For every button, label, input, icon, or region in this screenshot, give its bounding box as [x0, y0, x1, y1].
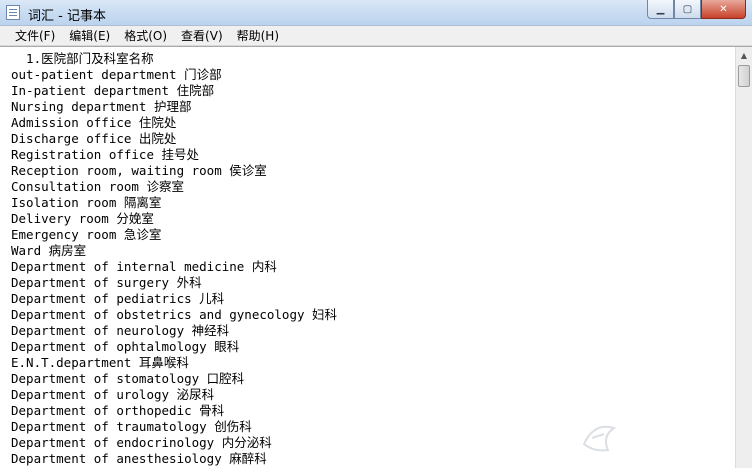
text-line: Department of neurology 神经科 [11, 323, 230, 338]
notepad-icon[interactable] [6, 5, 20, 20]
menu-format[interactable]: 格式(O) [117, 27, 174, 44]
text-line: Isolation room 隔离室 [11, 195, 162, 210]
text-line: Ward 病房室 [11, 243, 87, 258]
text-line: Department of ophtalmology 眼科 [11, 339, 240, 354]
vertical-scrollbar[interactable]: ▲ [735, 47, 752, 468]
text-line: Registration office 挂号处 [11, 147, 200, 162]
text-line: Department of stomatology 口腔科 [11, 371, 245, 386]
text-content[interactable]: 1.医院部门及科室名称 out-patient department 门诊部 I… [11, 51, 736, 468]
text-line: Admission office 住院处 [11, 115, 177, 130]
text-line: Consultation room 诊察室 [11, 179, 184, 194]
menu-edit[interactable]: 编辑(E) [62, 27, 117, 44]
menu-file[interactable]: 文件(F) [8, 27, 62, 44]
window-title: 词汇 - 记事本 [28, 9, 106, 24]
title-bar[interactable]: 词汇 - 记事本 ▁ ▢ ✕ [0, 0, 752, 26]
watermark-logo [582, 425, 617, 452]
text-line: Delivery room 分娩室 [11, 211, 154, 226]
text-line: Department of obstetrics and gynecology … [11, 307, 338, 322]
text-line: Discharge office 出院处 [11, 131, 177, 146]
text-line: Department of pediatrics 儿科 [11, 291, 225, 306]
text-line: E.N.T.department 耳鼻喉科 [11, 355, 189, 370]
text-editor[interactable]: 1.医院部门及科室名称 out-patient department 门诊部 I… [0, 46, 752, 468]
text-line: Reception room, waiting room 侯诊室 [11, 163, 267, 178]
maximize-button[interactable]: ▢ [674, 0, 701, 19]
scroll-thumb[interactable] [738, 65, 750, 87]
minimize-button[interactable]: ▁ [647, 0, 674, 19]
text-line: Emergency room 急诊室 [11, 227, 162, 242]
text-line: In-patient department 住院部 [11, 83, 215, 98]
scroll-up-arrow-icon[interactable]: ▲ [736, 47, 752, 63]
text-line: Nursing department 护理部 [11, 99, 192, 114]
minimize-icon: ▁ [656, 3, 665, 15]
menu-help[interactable]: 帮助(H) [230, 27, 286, 44]
text-line: Department of surgery 外科 [11, 275, 202, 290]
menu-view[interactable]: 查看(V) [174, 27, 230, 44]
menu-bar: 文件(F) 编辑(E) 格式(O) 查看(V) 帮助(H) [0, 26, 752, 46]
text-line: 1.医院部门及科室名称 [11, 51, 154, 66]
text-line: out-patient department 门诊部 [11, 67, 222, 82]
text-line: Department of internal medicine 内科 [11, 259, 277, 274]
close-icon: ✕ [719, 3, 728, 15]
close-button[interactable]: ✕ [701, 0, 746, 19]
maximize-icon: ▢ [682, 3, 693, 15]
window-controls: ▁ ▢ ✕ [647, 0, 746, 19]
text-line: Department of urology 泌尿科 [11, 387, 215, 402]
